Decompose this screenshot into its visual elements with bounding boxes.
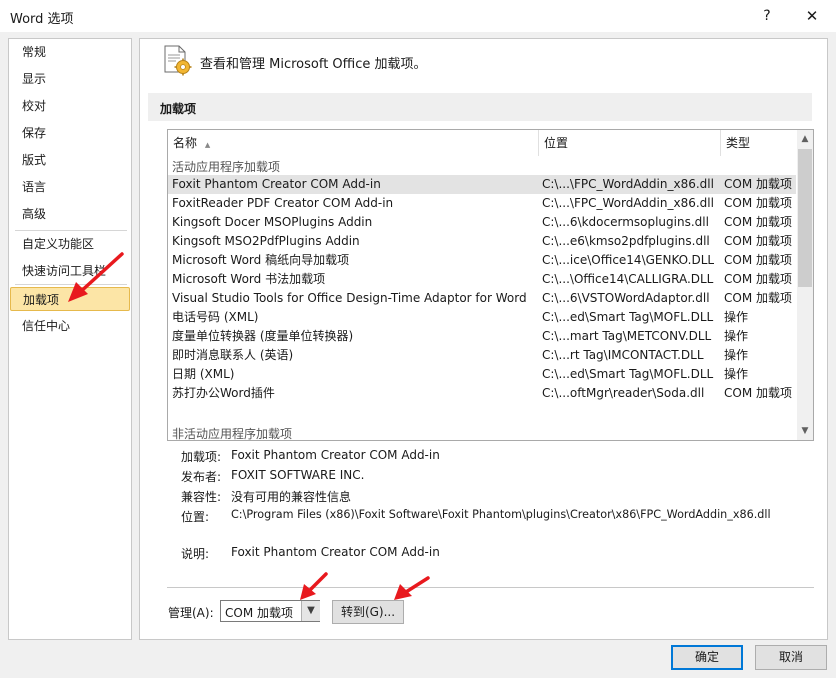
row-type: COM 加载项: [724, 386, 792, 400]
table-row[interactable]: Foxit Phantom Creator COM Add-in C:\...\F…: [168, 175, 796, 194]
column-header-name-label: 名称: [173, 136, 198, 150]
row-type: COM 加载项: [724, 196, 792, 210]
row-type: COM 加载项: [724, 253, 792, 267]
sidebar-item-proofing[interactable]: 校对: [10, 94, 130, 118]
row-location: C:\...oftMgr\reader\Soda.dll: [542, 386, 705, 400]
table-row[interactable]: Kingsoft MSO2PdfPlugins Addin C:\...e6\km…: [168, 232, 796, 251]
sort-ascending-icon: ▲: [204, 141, 211, 149]
detail-location-label: 位置:: [181, 510, 210, 524]
scroll-down-icon[interactable]: ▼: [797, 422, 813, 440]
detail-description-label: 说明:: [181, 547, 210, 561]
row-name: Foxit Phantom Creator COM Add-in: [172, 177, 381, 191]
table-row[interactable]: Kingsoft Docer MSOPlugins Addin C:\...6\k…: [168, 213, 796, 232]
table-row[interactable]: Microsoft Word 稿纸向导加载项 C:\...ice\Office14…: [168, 251, 796, 270]
detail-compat-value: 没有可用的兼容性信息: [231, 490, 352, 504]
section-header: [148, 93, 812, 121]
sidebar-item-display[interactable]: 显示: [10, 67, 130, 91]
row-location: C:\...\FPC_WordAddin_x86.dll: [542, 177, 714, 191]
table-row[interactable]: 度量单位转换器 (度量单位转换器) C:\...mart Tag\METCONV.…: [168, 327, 796, 346]
column-header-location[interactable]: 位置: [539, 130, 721, 156]
row-name: 日期 (XML): [172, 367, 235, 381]
row-name: Kingsoft Docer MSOPlugins Addin: [172, 215, 373, 229]
row-type: 操作: [724, 329, 749, 343]
row-location: C:\...ed\Smart Tag\MOFL.DLL: [542, 367, 714, 381]
detail-publisher-value: FOXIT SOFTWARE INC.: [231, 468, 365, 482]
row-type: COM 加载项: [724, 291, 792, 305]
table-row[interactable]: FoxitReader PDF Creator COM Add-in C:\...…: [168, 194, 796, 213]
annotation-arrow-icon: [394, 576, 430, 600]
row-type: 操作: [724, 348, 749, 362]
row-location: C:\...e6\kmso2pdfplugins.dll: [542, 234, 710, 248]
row-location: C:\...\Office14\CALLIGRA.DLL: [542, 272, 714, 286]
sidebar-item-advanced[interactable]: 高级: [10, 202, 130, 226]
table-row[interactable]: Visual Studio Tools for Office Design-Ti…: [168, 289, 796, 308]
group-inactive-addins: 非活动应用程序加载项: [172, 427, 293, 441]
sidebar-item-general[interactable]: 常规: [10, 40, 130, 64]
annotation-arrow-icon: [300, 572, 328, 600]
row-name: Microsoft Word 稿纸向导加载项: [172, 253, 350, 267]
row-type: COM 加载项: [724, 177, 792, 191]
sidebar-item-save[interactable]: 保存: [10, 121, 130, 145]
ok-button[interactable]: 确定: [671, 645, 743, 670]
row-name: 即时消息联系人 (英语): [172, 348, 294, 362]
row-type: COM 加载项: [724, 234, 792, 248]
sidebar-item-language[interactable]: 语言: [10, 175, 130, 199]
row-location: C:\...ice\Office14\GENKO.DLL: [542, 253, 715, 267]
addins-page-icon: [164, 45, 192, 76]
row-type: 操作: [724, 367, 749, 381]
detail-publisher-label: 发布者:: [181, 470, 222, 484]
close-icon[interactable]: ✕: [800, 6, 824, 26]
window-title: Word 选项: [10, 12, 74, 27]
row-location: C:\...ed\Smart Tag\MOFL.DLL: [542, 310, 714, 324]
title-bar: [0, 0, 836, 32]
row-name: FoxitReader PDF Creator COM Add-in: [172, 196, 394, 210]
divider: [167, 587, 814, 588]
addins-list: 名称 ▲ 位置 类型 活动应用程序加载项 Foxit Phantom Creat…: [167, 129, 814, 441]
section-title: 加载项: [160, 102, 197, 116]
row-location: C:\...rt Tag\IMCONTACT.DLL: [542, 348, 704, 362]
table-row[interactable]: 日期 (XML) C:\...ed\Smart Tag\MOFL.DLL 操作: [168, 365, 796, 384]
scroll-thumb[interactable]: [798, 149, 812, 287]
row-location: C:\...mart Tag\METCONV.DLL: [542, 329, 712, 343]
sidebar-item-layout[interactable]: 版式: [10, 148, 130, 172]
column-header-type[interactable]: 类型: [721, 130, 797, 156]
group-active-addins: 活动应用程序加载项: [172, 160, 281, 174]
row-type: COM 加载项: [724, 215, 792, 229]
row-name: 度量单位转换器 (度量单位转换器): [172, 329, 354, 343]
table-row[interactable]: Microsoft Word 书法加载项 C:\...\Office14\CALL…: [168, 270, 796, 289]
table-row[interactable]: 即时消息联系人 (英语) C:\...rt Tag\IMCONTACT.DLL 操作: [168, 346, 796, 365]
sidebar: 常规 显示 校对 保存 版式 语言 高级 自定义功能区 快速访问工具栏 加载项 …: [8, 38, 132, 640]
table-row[interactable]: 电话号码 (XML) C:\...ed\Smart Tag\MOFL.DLL 操作: [168, 308, 796, 327]
sidebar-divider: [15, 230, 127, 231]
row-type: COM 加载项: [724, 272, 792, 286]
manage-label: 管理(A):: [168, 606, 214, 620]
row-name: Microsoft Word 书法加载项: [172, 272, 326, 286]
row-location: C:\...6\kdocermsoplugins.dll: [542, 215, 709, 229]
detail-location-value: C:\Program Files (x86)\Foxit Software\Fo…: [231, 508, 771, 521]
column-header-name[interactable]: 名称 ▲: [168, 130, 539, 156]
row-name: Kingsoft MSO2PdfPlugins Addin: [172, 234, 360, 248]
detail-addin-label: 加载项:: [181, 450, 222, 464]
row-name: 电话号码 (XML): [172, 310, 259, 324]
detail-description-value: Foxit Phantom Creator COM Add-in: [231, 545, 440, 559]
manage-dropdown-value: COM 加载项: [225, 606, 293, 620]
detail-compat-label: 兼容性:: [181, 490, 222, 504]
scroll-up-icon[interactable]: ▲: [797, 130, 813, 148]
row-name: Visual Studio Tools for Office Design-Ti…: [172, 291, 527, 305]
row-name: 苏打办公Word插件: [172, 386, 275, 400]
row-location: C:\...\FPC_WordAddin_x86.dll: [542, 196, 714, 210]
detail-addin-value: Foxit Phantom Creator COM Add-in: [231, 448, 440, 462]
annotation-arrow-icon: [68, 252, 124, 302]
help-button[interactable]: ?: [756, 6, 778, 26]
table-row[interactable]: 苏打办公Word插件 C:\...oftMgr\reader\Soda.dll CO…: [168, 384, 796, 403]
row-type: 操作: [724, 310, 749, 324]
row-location: C:\...6\VSTOWordAdaptor.dll: [542, 291, 710, 305]
cancel-button[interactable]: 取消: [755, 645, 827, 670]
sidebar-item-trust-center[interactable]: 信任中心: [10, 314, 130, 338]
page-description: 查看和管理 Microsoft Office 加载项。: [200, 57, 427, 72]
